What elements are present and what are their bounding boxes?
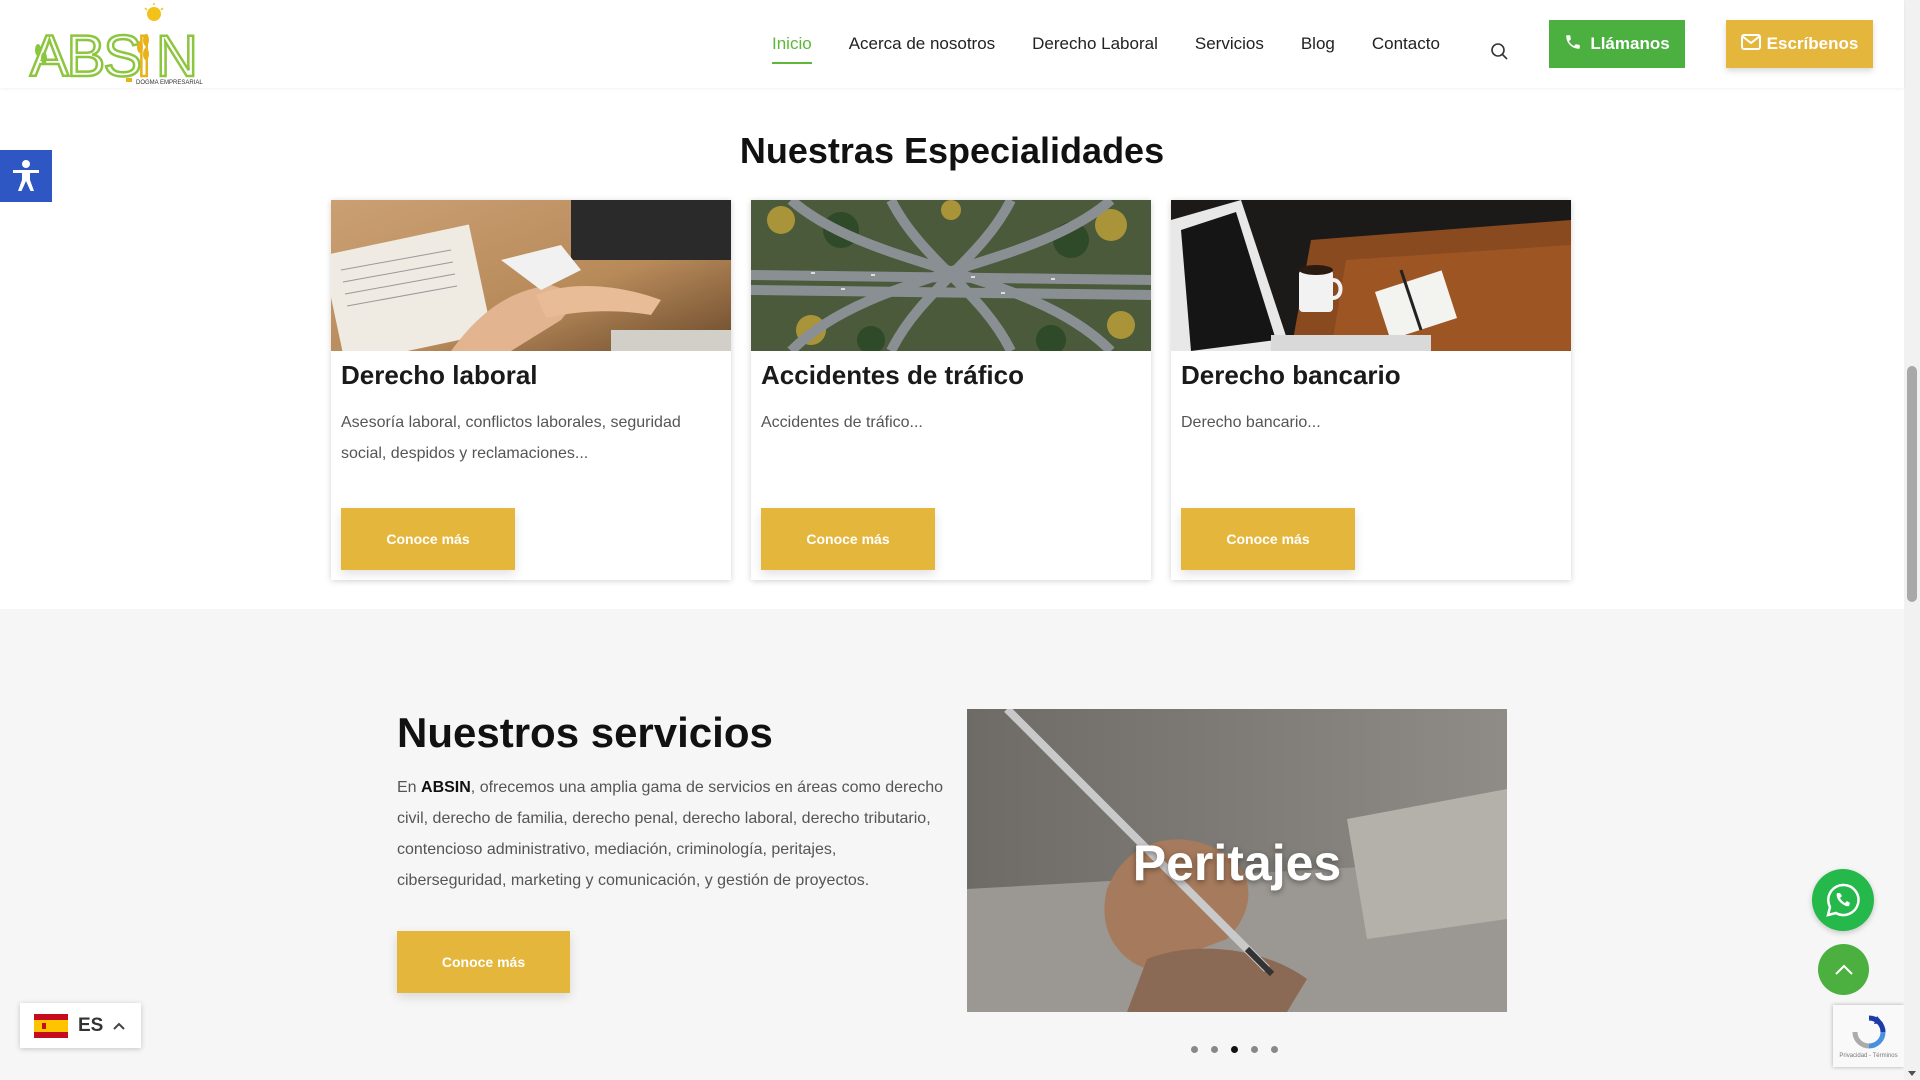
slider-dot-2[interactable]: [1211, 1046, 1218, 1053]
phone-icon: [1564, 33, 1582, 56]
page-scrollbar[interactable]: [1904, 0, 1920, 1080]
language-selector[interactable]: ES: [20, 1003, 141, 1048]
card-more-button[interactable]: Conoce más: [761, 508, 935, 570]
call-button[interactable]: Llámanos: [1549, 20, 1685, 68]
write-button-label: Escríbenos: [1766, 34, 1859, 53]
slider-dot-1[interactable]: [1191, 1046, 1198, 1053]
services-description: En ABSIN, ofrecemos una amplia gama de s…: [397, 779, 944, 889]
specialty-card-bancario: Derecho bancario Derecho bancario... Con…: [1171, 200, 1571, 580]
accessibility-button[interactable]: [0, 150, 52, 202]
nav-contacto[interactable]: Contacto: [1372, 24, 1440, 64]
specialty-card-laboral: Derecho laboral Asesoría laboral, confli…: [331, 200, 731, 580]
recaptcha-icon: [1852, 1015, 1885, 1048]
brand-name: ABSIN: [421, 779, 471, 796]
services-slider[interactable]: Peritajes: [967, 709, 1507, 1012]
accessibility-icon: [13, 160, 39, 191]
nav-acerca[interactable]: Acerca de nosotros: [849, 24, 995, 64]
nav-inicio[interactable]: Inicio: [772, 24, 812, 64]
chevron-up-icon: [113, 1022, 126, 1030]
card-title: Derecho laboral: [341, 360, 538, 390]
whatsapp-button[interactable]: [1812, 869, 1874, 931]
card-description: Accidentes de tráfico...: [761, 414, 923, 431]
site-header: ABS I N DOGMA EMPRESARIAL Inicio Acerca …: [0, 0, 1904, 90]
spain-flag-icon: [34, 1013, 68, 1038]
card-description: Asesoría laboral, conflictos laborales, …: [341, 414, 681, 462]
card-title: Accidentes de tráfico: [761, 360, 1024, 390]
scrollbar-thumb[interactable]: [1907, 366, 1917, 602]
specialty-card-trafico: Accidentes de tráfico Accidentes de tráf…: [751, 200, 1151, 580]
card-more-button[interactable]: Conoce más: [1181, 508, 1355, 570]
nav-servicios[interactable]: Servicios: [1195, 24, 1264, 64]
absin-logo[interactable]: ABS I N DOGMA EMPRESARIAL: [28, 2, 208, 90]
services-section: Nuestros servicios En ABSIN, ofrecemos u…: [0, 609, 1904, 1080]
recaptcha-badge[interactable]: Privacidad - Términos: [1833, 1005, 1904, 1067]
recaptcha-terms[interactable]: Privacidad - Términos: [1839, 1053, 1897, 1059]
nav-derecho-laboral[interactable]: Derecho Laboral: [1032, 24, 1158, 64]
slide-caption: Peritajes: [1132, 835, 1342, 891]
card-description: Derecho bancario...: [1181, 414, 1321, 431]
card-title: Derecho bancario: [1181, 360, 1401, 390]
scroll-to-top-button[interactable]: [1818, 944, 1869, 995]
services-title: Nuestros servicios: [397, 709, 773, 756]
search-icon[interactable]: [1490, 42, 1510, 62]
svg-text:DOGMA EMPRESARIAL: DOGMA EMPRESARIAL: [136, 80, 203, 86]
slider-dot-5[interactable]: [1271, 1046, 1278, 1053]
nav-blog[interactable]: Blog: [1301, 24, 1335, 64]
slider-dot-3[interactable]: [1231, 1046, 1238, 1053]
specialties-title: Nuestras Especialidades: [739, 130, 1165, 171]
slider-dot-4[interactable]: [1251, 1046, 1258, 1053]
chevron-up-icon: [1834, 964, 1853, 975]
services-more-button[interactable]: Conoce más: [397, 931, 570, 993]
slider-pagination: [1191, 1046, 1278, 1053]
whatsapp-icon: [1826, 883, 1860, 917]
write-button[interactable]: Escríbenos: [1726, 20, 1873, 68]
language-code: ES: [78, 1014, 104, 1036]
highway-image: [751, 200, 1151, 351]
svg-text:N: N: [156, 24, 198, 86]
card-more-button[interactable]: Conoce más: [341, 508, 515, 570]
handshake-image: [331, 200, 731, 351]
call-button-label: Llámanos: [1590, 34, 1670, 53]
main-nav: Inicio Acerca de nosotros Derecho Labora…: [772, 0, 1477, 88]
desk-coffee-image: [1171, 200, 1571, 351]
envelope-icon: [1740, 33, 1761, 55]
scroll-down-arrow-icon[interactable]: [1908, 1071, 1916, 1076]
